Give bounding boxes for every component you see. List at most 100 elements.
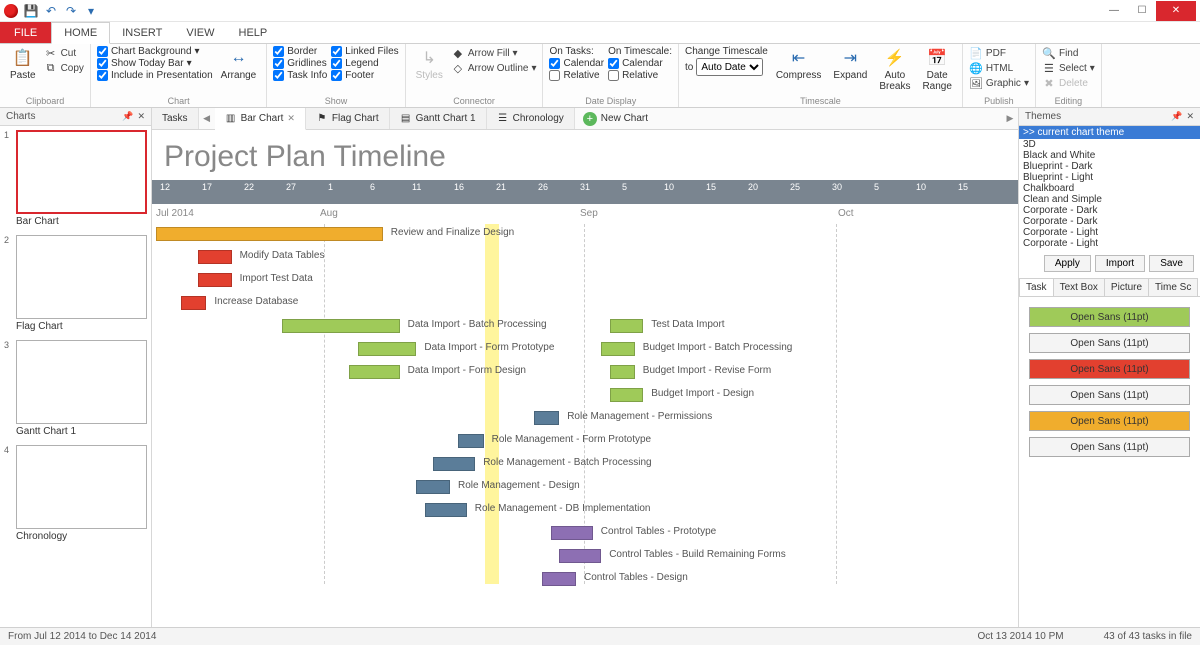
pin-icon[interactable]: 📌 <box>122 111 133 122</box>
tab-bar-chart[interactable]: ▥Bar Chart✕ <box>215 108 306 130</box>
chart-canvas[interactable]: Project Plan Timeline 121722271611162126… <box>152 130 1018 627</box>
theme-option[interactable]: Corporate - Light <box>1019 227 1200 238</box>
linked-files-check[interactable]: Linked Files <box>331 46 398 57</box>
theme-option[interactable]: Corporate - Dark <box>1019 216 1200 227</box>
style-swatch[interactable]: Open Sans (11pt) <box>1029 437 1190 457</box>
arrange-button[interactable]: ↔Arrange <box>217 46 261 83</box>
auto-date-select[interactable]: Auto Date <box>696 58 763 76</box>
tab-nav-right-icon[interactable]: ▶ <box>1002 108 1018 129</box>
minimize-button[interactable]: — <box>1100 1 1128 21</box>
arrow-outline-button[interactable]: ◇Arrow Outline ▾ <box>451 61 537 75</box>
theme-option[interactable]: 3D <box>1019 139 1200 150</box>
menu-insert[interactable]: INSERT <box>110 22 174 43</box>
task-bar[interactable] <box>198 250 232 264</box>
task-bar[interactable] <box>358 342 417 356</box>
chart-thumbnail[interactable] <box>16 235 147 319</box>
compress-button[interactable]: ⇤Compress <box>772 46 826 83</box>
theme-option[interactable]: Blueprint - Dark <box>1019 161 1200 172</box>
chart-thumbnail[interactable] <box>16 340 147 424</box>
task-bar[interactable] <box>156 227 383 241</box>
task-bar[interactable] <box>559 549 601 563</box>
style-swatch[interactable]: Open Sans (11pt) <box>1029 359 1190 379</box>
task-bar[interactable] <box>282 319 400 333</box>
task-bar[interactable] <box>601 342 635 356</box>
new-chart-button[interactable]: +New Chart <box>575 108 656 129</box>
pin-icon[interactable]: 📌 <box>1171 111 1182 122</box>
close-pane-icon[interactable]: ✕ <box>137 111 145 122</box>
html-button[interactable]: 🌐HTML <box>969 61 1029 75</box>
close-pane-icon[interactable]: ✕ <box>1186 111 1194 122</box>
tab-nav-left-icon[interactable]: ◀ <box>199 108 215 129</box>
task-bar[interactable] <box>425 503 467 517</box>
theme-option[interactable]: Blueprint - Light <box>1019 172 1200 183</box>
theme-option[interactable]: >> current chart theme <box>1019 126 1200 139</box>
timescale-relative-check[interactable]: Relative <box>608 70 672 81</box>
select-button[interactable]: ☰Select ▾ <box>1042 61 1095 75</box>
styles-button[interactable]: ↳Styles <box>412 46 447 83</box>
style-swatch[interactable]: Open Sans (11pt) <box>1029 385 1190 405</box>
gridlines-check[interactable]: Gridlines <box>273 58 327 69</box>
property-tab[interactable]: Picture <box>1104 278 1149 296</box>
pdf-button[interactable]: 📄PDF <box>969 46 1029 60</box>
task-bar[interactable] <box>551 526 593 540</box>
legend-check[interactable]: Legend <box>331 58 398 69</box>
tab-tasks[interactable]: Tasks <box>152 108 199 129</box>
theme-option[interactable]: Clean and Simple <box>1019 194 1200 205</box>
task-bar[interactable] <box>610 365 635 379</box>
timescale-calendar-check[interactable]: Calendar <box>608 58 672 69</box>
cut-button[interactable]: ✂Cut <box>44 46 84 60</box>
task-bar[interactable] <box>610 319 644 333</box>
property-tab[interactable]: Task <box>1019 278 1054 296</box>
close-button[interactable]: ✕ <box>1156 1 1196 21</box>
task-bar[interactable] <box>534 411 559 425</box>
theme-option[interactable]: Corporate - Dark <box>1019 205 1200 216</box>
tasks-relative-check[interactable]: Relative <box>549 70 604 81</box>
task-bar[interactable] <box>349 365 399 379</box>
style-swatch[interactable]: Open Sans (11pt) <box>1029 333 1190 353</box>
arrow-fill-button[interactable]: ◆Arrow Fill ▾ <box>451 46 537 60</box>
task-bar[interactable] <box>181 296 206 310</box>
task-bar[interactable] <box>198 273 232 287</box>
date-range-button[interactable]: 📅Date Range <box>918 46 955 94</box>
show-today-bar-check[interactable]: Show Today Bar ▾ <box>97 58 213 69</box>
task-bar[interactable] <box>458 434 483 448</box>
chart-thumbnail[interactable] <box>16 130 147 214</box>
chart-thumbnail[interactable] <box>16 445 147 529</box>
tab-gantt-chart[interactable]: ▤Gantt Chart 1 <box>390 108 487 129</box>
paste-button[interactable]: 📋Paste <box>6 46 40 83</box>
taskinfo-check[interactable]: Task Info <box>273 70 327 81</box>
include-presentation-check[interactable]: Include in Presentation <box>97 70 213 81</box>
tab-flag-chart[interactable]: ⚑Flag Chart <box>306 108 390 129</box>
save-icon[interactable]: 💾 <box>24 4 38 18</box>
redo-icon[interactable]: ↷ <box>64 4 78 18</box>
border-check[interactable]: Border <box>273 46 327 57</box>
save-theme-button[interactable]: Save <box>1149 255 1194 272</box>
undo-icon[interactable]: ↶ <box>44 4 58 18</box>
task-bar[interactable] <box>542 572 576 586</box>
apply-button[interactable]: Apply <box>1044 255 1091 272</box>
theme-option[interactable]: Black and White <box>1019 150 1200 161</box>
find-button[interactable]: 🔍Find <box>1042 46 1095 60</box>
style-swatch[interactable]: Open Sans (11pt) <box>1029 307 1190 327</box>
theme-option[interactable]: Corporate - Light <box>1019 238 1200 249</box>
menu-view[interactable]: VIEW <box>174 22 226 43</box>
qat-dropdown-icon[interactable]: ▾ <box>84 4 98 18</box>
delete-button[interactable]: ✖Delete <box>1042 76 1095 90</box>
task-bar[interactable] <box>416 480 450 494</box>
menu-help[interactable]: HELP <box>227 22 280 43</box>
maximize-button[interactable]: ☐ <box>1128 1 1156 21</box>
tasks-calendar-check[interactable]: Calendar <box>549 58 604 69</box>
copy-button[interactable]: ⧉Copy <box>44 61 84 75</box>
menu-file[interactable]: FILE <box>0 22 51 43</box>
theme-list[interactable]: >> current chart theme3DBlack and WhiteB… <box>1019 126 1200 249</box>
theme-option[interactable]: Chalkboard <box>1019 183 1200 194</box>
property-tab[interactable]: Text Box <box>1053 278 1105 296</box>
expand-button[interactable]: ⇥Expand <box>829 46 871 83</box>
menu-home[interactable]: HOME <box>51 22 110 44</box>
auto-breaks-button[interactable]: ⚡Auto Breaks <box>875 46 914 94</box>
footer-check[interactable]: Footer <box>331 70 398 81</box>
tab-chronology[interactable]: ☰Chronology <box>487 108 575 129</box>
task-bar[interactable] <box>610 388 644 402</box>
import-button[interactable]: Import <box>1095 255 1145 272</box>
property-tab[interactable]: Time Sc <box>1148 278 1198 296</box>
